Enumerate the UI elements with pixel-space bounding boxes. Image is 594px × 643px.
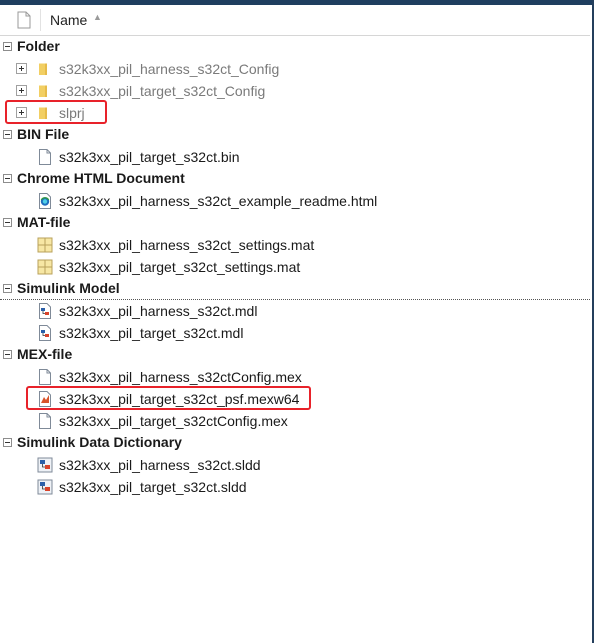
column-header: Name ▲: [0, 5, 590, 36]
simulink-model-icon: [37, 303, 53, 319]
file-name: s32k3xx_pil_harness_s32ct.mdl: [59, 303, 258, 319]
file-name: s32k3xx_pil_target_s32ct.mdl: [59, 325, 244, 341]
group-header[interactable]: MEX-file: [0, 344, 590, 366]
chrome-html-icon: [37, 193, 53, 209]
name-column-header[interactable]: Name: [50, 12, 87, 28]
file-name: s32k3xx_pil_target_s32ct_psf.mexw64: [59, 391, 300, 407]
document-icon: [37, 149, 53, 165]
file-name: s32k3xx_pil_harness_s32ct_Config: [59, 61, 280, 77]
file-row[interactable]: s32k3xx_pil_target_s32ct.bin: [0, 146, 590, 168]
file-name: s32k3xx_pil_harness_s32ct_settings.mat: [59, 237, 315, 253]
sldd-icon: [37, 479, 53, 495]
folder-icon: [37, 61, 53, 77]
group-header[interactable]: MAT-file: [0, 212, 590, 234]
file-row[interactable]: s32k3xx_pil_target_s32ctConfig.mex: [0, 410, 590, 432]
folder-icon: [37, 105, 53, 121]
file-name: s32k3xx_pil_target_s32ct.sldd: [59, 479, 247, 495]
expand-plus-icon[interactable]: [16, 63, 27, 74]
collapse-group-icon[interactable]: [3, 218, 12, 227]
group-header[interactable]: Simulink Data Dictionary: [0, 432, 590, 454]
file-row[interactable]: s32k3xx_pil_target_s32ct.sldd: [0, 476, 590, 498]
expand-plus-icon[interactable]: [16, 107, 27, 118]
file-row[interactable]: s32k3xx_pil_target_s32ct_psf.mexw64: [0, 386, 590, 410]
group-label: Folder: [17, 38, 60, 54]
folder-row[interactable]: slprj: [0, 100, 590, 124]
folder-icon: [37, 83, 53, 99]
file-row[interactable]: s32k3xx_pil_harness_s32ct.sldd: [0, 454, 590, 476]
collapse-group-icon[interactable]: [3, 350, 12, 359]
group-label: MEX-file: [17, 346, 73, 362]
group-label: Simulink Model: [17, 280, 120, 296]
file-row[interactable]: s32k3xx_pil_target_s32ct_settings.mat: [0, 256, 590, 278]
document-icon: [37, 369, 53, 385]
file-name: s32k3xx_pil_harness_s32ctConfig.mex: [59, 369, 302, 385]
mat-file-icon: [37, 237, 53, 253]
group-label: MAT-file: [17, 214, 71, 230]
sldd-icon: [37, 457, 53, 473]
file-type-column-icon[interactable]: [17, 11, 31, 29]
file-row[interactable]: s32k3xx_pil_harness_s32ct_settings.mat: [0, 234, 590, 256]
folder-row[interactable]: s32k3xx_pil_harness_s32ct_Config: [0, 58, 590, 80]
column-separator[interactable]: [40, 9, 41, 31]
collapse-group-icon[interactable]: [3, 42, 12, 51]
folder-row[interactable]: s32k3xx_pil_target_s32ct_Config: [0, 80, 590, 102]
file-row[interactable]: s32k3xx_pil_target_s32ct.mdl: [0, 322, 590, 344]
collapse-group-icon[interactable]: [3, 130, 12, 139]
group-header[interactable]: Folder: [0, 36, 590, 58]
group-header[interactable]: BIN File: [0, 124, 590, 146]
sort-ascending-icon: ▲: [93, 12, 102, 22]
collapse-group-icon[interactable]: [3, 438, 12, 447]
document-icon: [37, 413, 53, 429]
file-name: s32k3xx_pil_harness_s32ct.sldd: [59, 457, 261, 473]
file-name: slprj: [59, 105, 85, 121]
file-list: Folder s32k3xx_pil_harness_s32ct_Config s3…: [0, 36, 590, 498]
collapse-group-icon[interactable]: [3, 174, 12, 183]
file-name: s32k3xx_pil_target_s32ct_Config: [59, 83, 266, 99]
mat-file-icon: [37, 259, 53, 275]
file-name: s32k3xx_pil_target_s32ct_settings.mat: [59, 259, 301, 275]
file-row[interactable]: s32k3xx_pil_harness_s32ct_example_readme…: [0, 190, 590, 212]
expand-plus-icon[interactable]: [16, 85, 27, 96]
group-header[interactable]: Simulink Model: [0, 278, 590, 300]
collapse-group-icon[interactable]: [3, 284, 12, 293]
group-label: BIN File: [17, 126, 70, 142]
simulink-model-icon: [37, 325, 53, 341]
file-row[interactable]: s32k3xx_pil_harness_s32ctConfig.mex: [0, 366, 590, 388]
file-row[interactable]: s32k3xx_pil_harness_s32ct.mdl: [0, 300, 590, 322]
file-name: s32k3xx_pil_target_s32ctConfig.mex: [59, 413, 288, 429]
file-name: s32k3xx_pil_harness_s32ct_example_readme…: [59, 193, 378, 209]
file-name: s32k3xx_pil_target_s32ct.bin: [59, 149, 240, 165]
group-label: Chrome HTML Document: [17, 170, 185, 186]
group-header[interactable]: Chrome HTML Document: [0, 168, 590, 190]
mex-matlab-icon: [37, 391, 53, 407]
group-label: Simulink Data Dictionary: [17, 434, 182, 450]
